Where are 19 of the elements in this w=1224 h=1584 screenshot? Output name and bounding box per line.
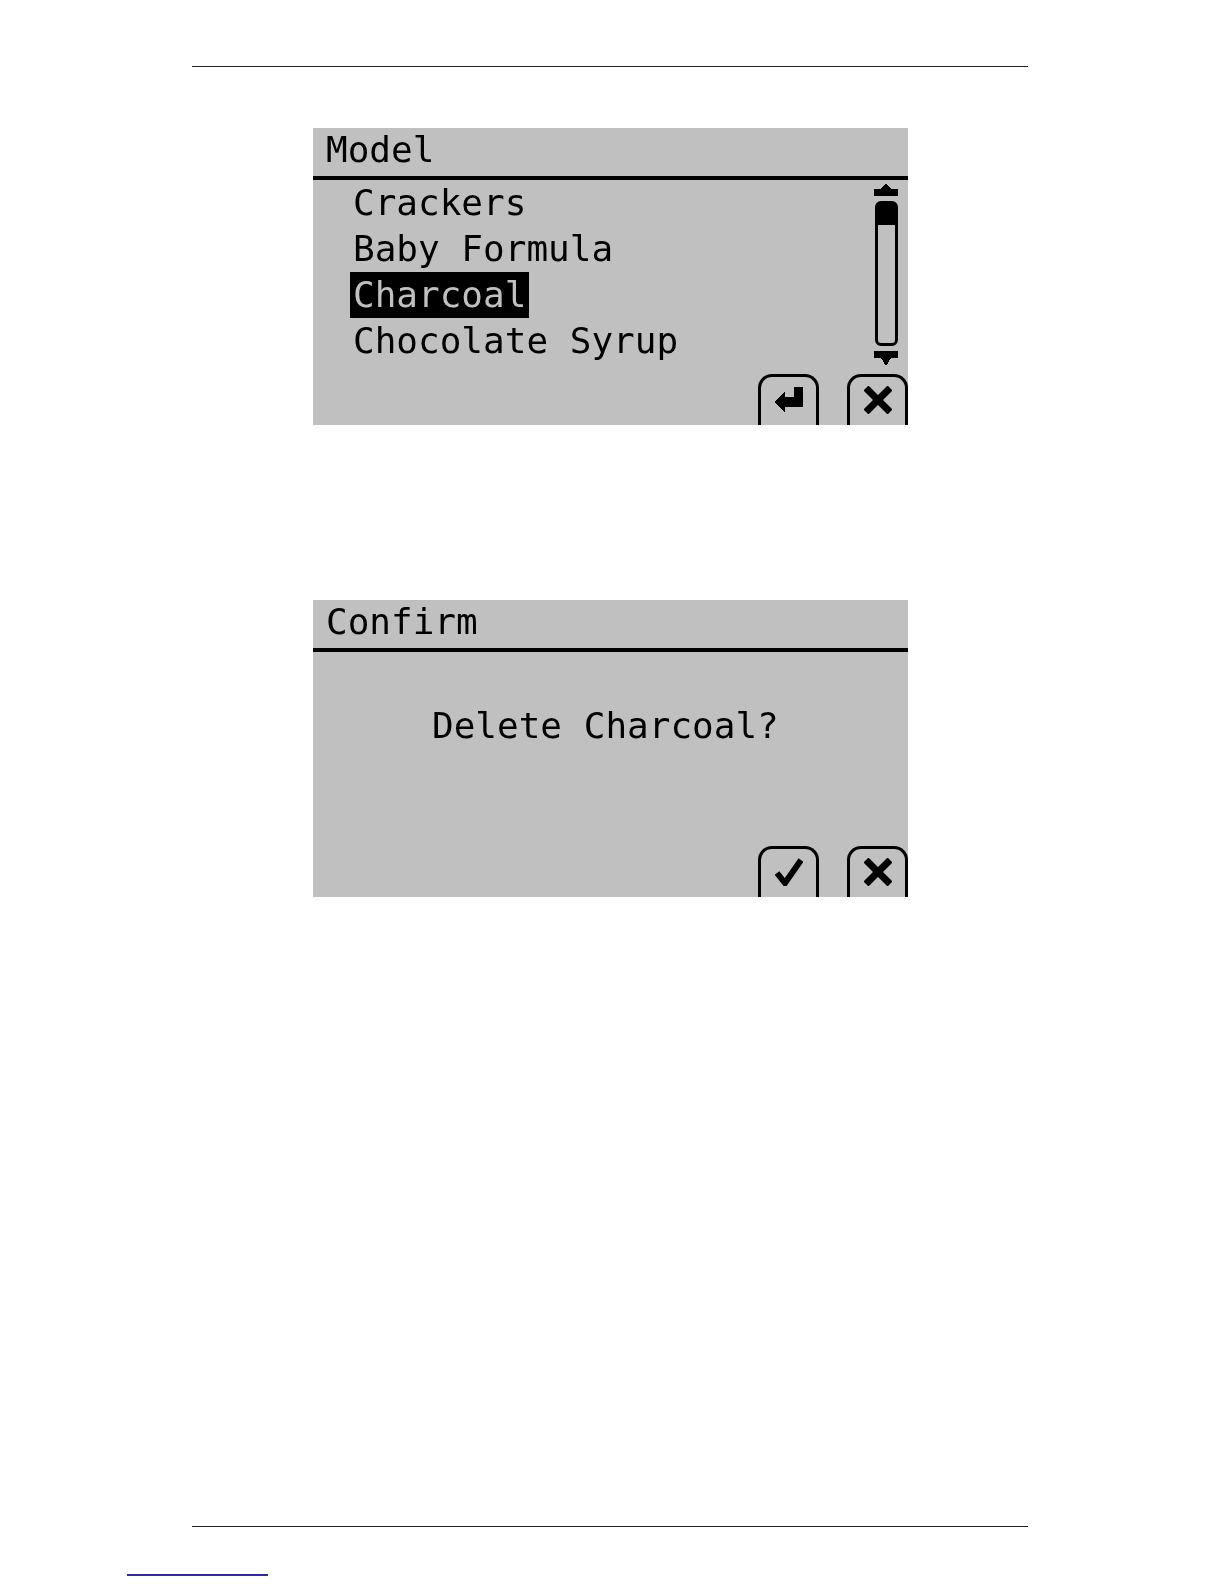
close-icon (863, 386, 892, 414)
close-icon (863, 858, 892, 886)
screen-title: Confirm (326, 602, 478, 642)
screen-title: Model (326, 130, 435, 170)
cancel-button[interactable] (847, 846, 908, 897)
check-icon (774, 858, 803, 886)
list-item[interactable]: Crackers (350, 180, 530, 226)
scrollbar-track[interactable] (874, 201, 898, 346)
confirm-button[interactable] (758, 846, 819, 897)
return-arrow-icon (773, 386, 804, 414)
scroll-down-icon[interactable] (874, 351, 898, 366)
list-item[interactable]: Baby Formula (350, 226, 617, 272)
enter-button[interactable] (758, 374, 819, 425)
confirm-message: Delete Charcoal? (432, 706, 779, 746)
list-item[interactable]: Chocolate Syrup (350, 318, 682, 364)
list-item[interactable]: Charcoal (350, 272, 530, 318)
scrollbar-thumb[interactable] (877, 204, 895, 225)
cancel-button[interactable] (847, 374, 908, 425)
scroll-up-icon[interactable] (874, 183, 898, 196)
